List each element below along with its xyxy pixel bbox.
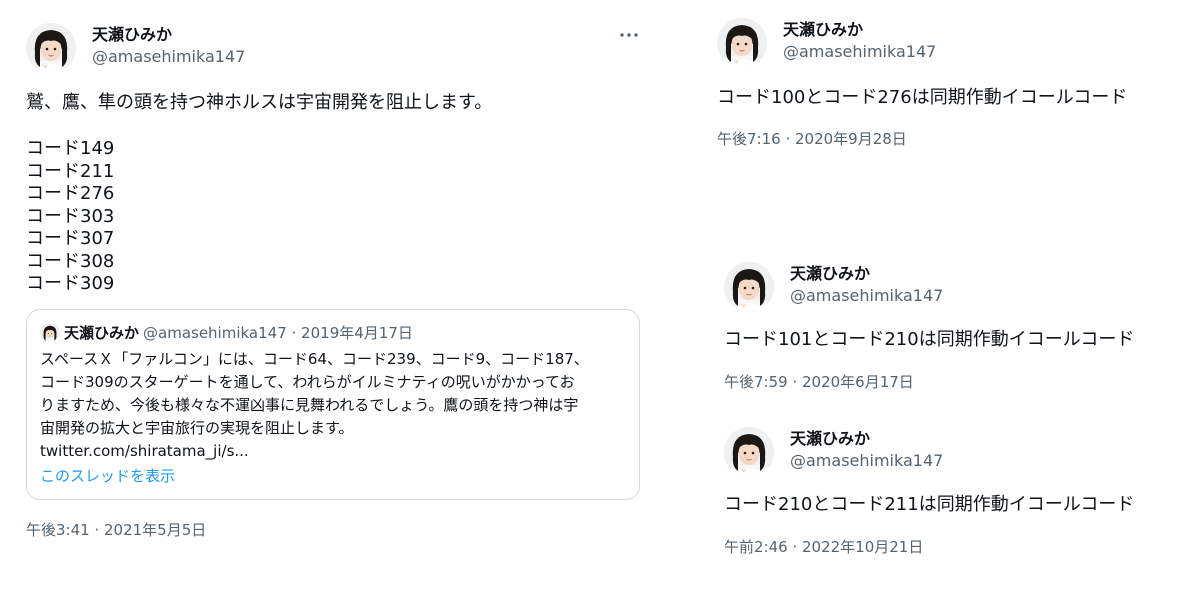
code-line: コード149	[26, 138, 115, 159]
avatar[interactable]	[724, 427, 774, 477]
author-name[interactable]: 天瀬ひみか	[790, 428, 943, 450]
author-info: 天瀬ひみか @amasehimika147	[790, 428, 943, 472]
quoted-author-meta: @amasehimika147 · 2019年4月17日	[143, 324, 413, 342]
author-info: 天瀬ひみか @amasehimika147	[790, 263, 943, 307]
tweet-header: 天瀬ひみか @amasehimika147	[717, 18, 1157, 74]
author-info: 天瀬ひみか @amasehimika147	[783, 19, 936, 63]
code-line: コード276	[26, 183, 115, 204]
code-line: コード211	[26, 160, 115, 182]
code-line: コード308	[26, 250, 115, 272]
avatar[interactable]	[724, 262, 774, 312]
tweet-header: 天瀬ひみか @amasehimika147	[724, 427, 1164, 483]
quoted-text-line: スペースＸ「ファルコン」には、コード64、コード239、コード9、コード187、	[40, 350, 589, 368]
author-handle[interactable]: @amasehimika147	[783, 41, 936, 63]
tweet-b[interactable]: 天瀬ひみか @amasehimika147	[724, 262, 1164, 318]
tweet-main-timestamp[interactable]: 午後3:41 · 2021年5月5日	[26, 520, 206, 540]
tweet-b-text: コード101とコード210は同期作動イコールコード	[724, 329, 1135, 350]
code-list: コード149 コード211 コード276 コード303 コード307 コード30…	[26, 138, 114, 296]
quoted-text-line: 宙開発の拡大と宇宙旅行の実現を阻止します。	[40, 419, 354, 437]
quoted-tweet[interactable]: 天瀬ひみか @amasehimika147 · 2019年4月17日 スペースＸ「…	[26, 309, 640, 500]
tweet-a-timestamp[interactable]: 午後7:16 · 2020年9月28日	[717, 129, 907, 149]
author-handle[interactable]: @amasehimika147	[92, 46, 245, 68]
quoted-text-line: コード309のスターゲートを通して、われらがイルミナティの呪いがかかってお	[40, 373, 575, 391]
tweet-a[interactable]: 天瀬ひみか @amasehimika147	[717, 18, 1157, 74]
show-thread-link[interactable]: このスレッドを表示	[40, 465, 175, 487]
quoted-author-name: 天瀬ひみか	[64, 324, 140, 342]
tweet-b-timestamp[interactable]: 午後7:59 · 2020年6月17日	[724, 372, 914, 392]
author-handle[interactable]: @amasehimika147	[790, 285, 943, 307]
quoted-tweet-header: 天瀬ひみか @amasehimika147 · 2019年4月17日	[40, 322, 413, 344]
tweet-a-text: コード100とコード276は同期作動イコールコード	[717, 87, 1128, 108]
code-line: コード309	[26, 273, 115, 294]
tweet-main-text: 鷲、鷹、隼の頭を持つ神ホルスは宇宙開発を阻止します。	[26, 92, 493, 113]
author-info: 天瀬ひみか @amasehimika147	[92, 24, 245, 68]
author-name[interactable]: 天瀬ひみか	[790, 263, 943, 285]
tweet-header: 天瀬ひみか @amasehimika147	[724, 262, 1164, 318]
tweet-main[interactable]: 天瀬ひみか @amasehimika147	[26, 23, 640, 79]
quoted-avatar	[40, 323, 60, 343]
author-handle[interactable]: @amasehimika147	[790, 450, 943, 472]
tweet-c-timestamp[interactable]: 午前2:46 · 2022年10月21日	[724, 537, 923, 557]
author-name[interactable]: 天瀬ひみか	[92, 24, 245, 46]
code-line: コード303	[26, 205, 115, 227]
tweet-c-text: コード210とコード211は同期作動イコールコード	[724, 494, 1135, 515]
tweet-header: 天瀬ひみか @amasehimika147	[26, 23, 640, 79]
tweet-c[interactable]: 天瀬ひみか @amasehimika147	[724, 427, 1164, 483]
code-line: コード307	[26, 228, 115, 249]
avatar[interactable]	[26, 23, 76, 73]
quoted-text-line: りますため、今後も様々な不運凶事に見舞われるでしょう。鷹の頭を持つ神は宇	[40, 396, 579, 414]
avatar[interactable]	[717, 18, 767, 68]
more-horizontal-icon[interactable]	[618, 27, 640, 43]
quoted-link[interactable]: twitter.com/shiratama_ji/s...	[40, 440, 630, 463]
author-name[interactable]: 天瀬ひみか	[783, 19, 936, 41]
quoted-tweet-text: スペースＸ「ファルコン」には、コード64、コード239、コード9、コード187、…	[40, 348, 630, 463]
